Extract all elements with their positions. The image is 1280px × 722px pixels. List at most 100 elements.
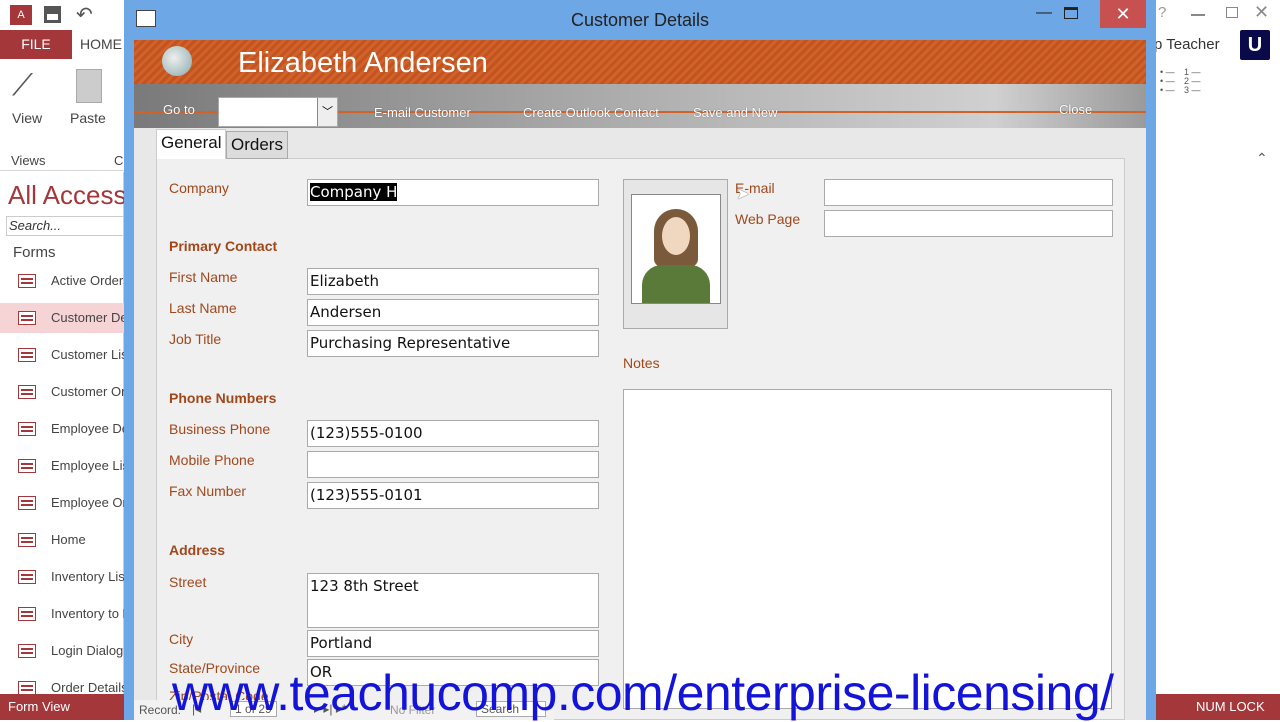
ribbon: ⟋ View Paste Views C [0, 59, 124, 171]
contact-globe-icon [162, 46, 192, 76]
help-icon[interactable]: ? [1158, 4, 1166, 21]
nav-item[interactable]: Employee List [0, 451, 124, 481]
window-close-button[interactable]: ✕ [1100, 0, 1146, 28]
collapse-ribbon-icon[interactable]: ⌃ [1256, 150, 1268, 167]
form-icon [18, 348, 36, 362]
window-maximize-button[interactable] [1064, 7, 1078, 19]
business-phone-label: Business Phone [169, 421, 271, 437]
chevron-down-icon[interactable]: ﹀ [317, 98, 337, 126]
nav-item[interactable]: Customer List [0, 340, 124, 370]
web-page-field[interactable] [824, 210, 1113, 237]
last-name-field[interactable]: Andersen [307, 299, 599, 326]
app-window-controls: ? ✕ [1156, 0, 1280, 30]
form-icon [18, 607, 36, 621]
phone-numbers-heading: Phone Numbers [169, 390, 277, 406]
window-minimize-button[interactable]: — [1036, 4, 1052, 22]
nav-item[interactable]: Customer Orders [0, 377, 124, 407]
goto-combobox[interactable]: ﹀ [218, 97, 338, 127]
navigation-pane: All Access Search... Forms Active Orders… [0, 172, 127, 695]
city-field[interactable]: Portland [307, 630, 599, 657]
window-title: Customer Details [570, 10, 710, 30]
form-icon [18, 459, 36, 473]
form-icon [18, 311, 36, 325]
ribbon-right: p Teacher U • — • — • — 1 —2 —3 — ⌃ [1154, 30, 1280, 172]
job-title-label: Job Title [169, 331, 222, 347]
fax-label: Fax Number [169, 483, 247, 499]
status-view: Form View [8, 699, 70, 714]
web-page-label: Web Page [735, 211, 801, 227]
close-form-button[interactable]: Close [1059, 102, 1092, 117]
nav-item[interactable]: Employee Orders [0, 488, 124, 518]
account-name[interactable]: p Teacher [1154, 36, 1220, 53]
nav-item[interactable]: Active Orders [0, 266, 124, 296]
nav-item-label: Employee List [51, 458, 124, 473]
nav-item[interactable]: Inventory to Reorder [0, 599, 124, 629]
undo-icon[interactable]: ↶ [76, 2, 93, 27]
form-icon [18, 422, 36, 436]
notes-label: Notes [623, 355, 660, 371]
view-button[interactable]: View [12, 110, 42, 126]
nav-item[interactable]: Employee Details [0, 414, 124, 444]
form-icon [18, 570, 36, 584]
nav-item-label: Employee Details [51, 421, 124, 436]
business-phone-field[interactable]: (123)555-0100 [307, 420, 599, 447]
nav-item-label: Login Dialog [51, 643, 124, 658]
mobile-phone-label: Mobile Phone [169, 452, 255, 468]
email-customer-button[interactable]: E-mail Customer [374, 105, 471, 120]
nav-group-forms[interactable]: Forms [13, 244, 56, 261]
fax-field[interactable]: (123)555-0101 [307, 482, 599, 509]
company-field[interactable]: Company H [307, 179, 599, 206]
views-group-label: Views [11, 153, 46, 168]
close-icon[interactable]: ✕ [1254, 2, 1269, 23]
first-name-field[interactable]: Elizabeth [307, 268, 599, 295]
access-logo-icon: A [10, 5, 32, 25]
nav-item-label: Inventory List [51, 569, 124, 584]
address-heading: Address [169, 542, 226, 558]
restore-icon[interactable] [1226, 7, 1238, 18]
nav-item-label: Customer Orders [51, 384, 124, 399]
home-tab[interactable]: HOME [80, 30, 122, 59]
customer-details-window: Customer Details — ✕ Elizabeth Andersen … [124, 0, 1156, 720]
email-field[interactable] [824, 179, 1113, 206]
mouse-cursor-icon: ➤ [736, 186, 750, 203]
form-icon [18, 644, 36, 658]
nav-item[interactable]: Home [0, 525, 124, 555]
form-icon [18, 533, 36, 547]
form-icon [18, 496, 36, 510]
job-title-field[interactable]: Purchasing Representative [307, 330, 599, 357]
tab-orders[interactable]: Orders [226, 131, 288, 159]
nav-item[interactable]: Inventory List [0, 562, 124, 592]
watermark-url: www.teachucomp.com/enterprise-licensing/ [172, 665, 1114, 721]
file-tab[interactable]: FILE [0, 30, 72, 59]
nav-item-label: Customer List [51, 347, 124, 362]
nav-item-label: Customer Details [51, 310, 124, 325]
tab-general[interactable]: General [156, 129, 227, 159]
mobile-phone-field[interactable] [307, 451, 599, 478]
form-toolbar: Go to ﹀ E-mail Customer Create Outlook C… [134, 84, 1146, 128]
street-field[interactable]: 123 8th Street [307, 573, 599, 628]
status-numlock: NUM LOCK [1196, 699, 1265, 714]
nav-item[interactable]: Customer Details [0, 303, 124, 333]
nav-item[interactable]: Login Dialog [0, 636, 124, 666]
bullets-icon[interactable]: • — • — • — [1160, 68, 1175, 95]
contact-photo[interactable] [623, 179, 728, 329]
form-icon [18, 385, 36, 399]
paste-button[interactable]: Paste [70, 110, 106, 126]
create-outlook-contact-button[interactable]: Create Outlook Contact [523, 105, 659, 120]
customer-name-title: Elizabeth Andersen [238, 47, 488, 79]
nav-item-label: Home [51, 532, 86, 547]
quick-access-toolbar: A ↶ [0, 0, 124, 30]
account-logo: U [1240, 30, 1270, 60]
notes-field[interactable] [623, 389, 1112, 709]
nav-item-label: Active Orders [51, 273, 124, 288]
save-and-new-button[interactable]: Save and New [693, 105, 778, 120]
city-label: City [169, 631, 194, 647]
clipboard-group-label: C [114, 153, 124, 168]
goto-label: Go to [163, 102, 195, 117]
nav-search-input[interactable]: Search... [6, 216, 124, 236]
numbering-icon[interactable]: 1 —2 —3 — [1184, 68, 1201, 95]
minimize-icon[interactable] [1191, 14, 1205, 16]
save-icon[interactable] [44, 6, 61, 23]
nav-item-label: Inventory to Reorder [51, 606, 124, 621]
nav-title[interactable]: All Access [8, 180, 127, 211]
